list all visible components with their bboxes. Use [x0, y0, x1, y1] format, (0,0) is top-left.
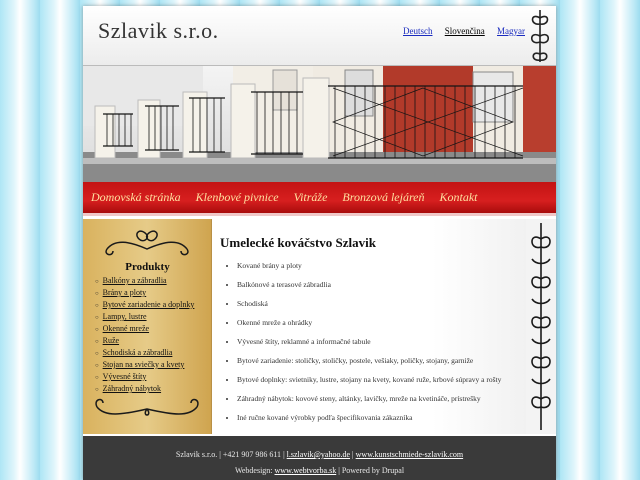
- scroll-ornament-top-icon: [105, 230, 189, 256]
- footer-separator: |: [219, 450, 221, 459]
- product-link-lamps[interactable]: Lampy, lustre: [103, 312, 147, 321]
- footer-separator: |: [283, 450, 285, 459]
- header: Szlavik s.r.o. Deutsch Slovenčina Magyar: [83, 6, 556, 66]
- sidebar-title: Produkty: [125, 261, 170, 273]
- product-link-window-grilles[interactable]: Okenné mreže: [103, 324, 149, 333]
- products-list: Balkóny a zábradlia Brány a ploty Bytové…: [95, 275, 195, 395]
- list-item: Okenné mreže a ohrádky: [237, 316, 512, 329]
- main-navigation: Domovská stránka Klenbové pivnice Vitráž…: [83, 182, 556, 216]
- footer-email-link[interactable]: l.szlavik@yahoo.de: [287, 450, 350, 459]
- list-item: Stojan na sviečky a kvety: [95, 359, 194, 371]
- list-item: Balkóny a zábradlia: [95, 275, 194, 287]
- nav-bronze-foundry-link[interactable]: Bronzová lejáreň: [342, 190, 424, 205]
- footer-powered-by: Powered by Drupal: [341, 466, 405, 475]
- product-link-gates[interactable]: Brány a ploty: [103, 288, 147, 297]
- wrought-iron-column-icon: [526, 219, 556, 434]
- list-item: Záhradný nábytok: kovové steny, altánky,…: [237, 392, 512, 405]
- list-item: Bytové doplnky: svietniky, lustre, stoja…: [237, 373, 512, 386]
- banner-balcony-image: [83, 66, 556, 182]
- footer-separator: |: [338, 466, 340, 475]
- page-container: Szlavik s.r.o. Deutsch Slovenčina Magyar: [83, 6, 556, 480]
- footer-credits-line: Webdesign: www.webtvorba.sk | Powered by…: [83, 466, 556, 475]
- list-item: Balkónové a terasové zábradlia: [237, 278, 512, 291]
- list-item: Okenné mreže: [95, 323, 194, 335]
- list-item: Lampy, lustre: [95, 311, 194, 323]
- services-list: Kované brány a ploty Balkónové a terasov…: [227, 259, 512, 430]
- list-item: Ruže: [95, 335, 194, 347]
- nav-cellars-link[interactable]: Klenbové pivnice: [196, 190, 279, 205]
- scroll-ornament-bottom-icon: [95, 398, 199, 416]
- product-link-candle-stands[interactable]: Stojan na sviečky a kvety: [103, 360, 185, 369]
- footer-phone: +421 907 986 611: [222, 450, 282, 459]
- footer: Szlavik s.r.o. | +421 907 986 611 | l.sz…: [83, 436, 556, 480]
- page-title: Umelecké kováčstvo Szlavik: [220, 235, 376, 250]
- footer-separator: |: [352, 450, 354, 459]
- product-link-garden-furniture[interactable]: Záhradný nábytok: [103, 384, 161, 393]
- wrought-iron-ornament-icon: [530, 10, 550, 62]
- main-content: Umelecké kováčstvo Szlavik Kované brány …: [213, 219, 526, 434]
- product-link-balconies[interactable]: Balkóny a zábradlia: [103, 276, 167, 285]
- list-item: Schodiská: [237, 297, 512, 310]
- list-item: Vývesné štíty: [95, 371, 194, 383]
- list-item: Bytové zariadenie: stoličky, stoličky, p…: [237, 354, 512, 367]
- footer-website-link[interactable]: www.kunstschmiede-szlavik.com: [356, 450, 463, 459]
- product-link-furnishing[interactable]: Bytové zariadenie a doplnky: [103, 300, 195, 309]
- list-item: Záhradný nábytok: [95, 383, 194, 395]
- product-link-stairs[interactable]: Schodiská a zábradlia: [103, 348, 173, 357]
- language-switcher: Deutsch Slovenčina Magyar: [403, 26, 535, 36]
- footer-company: Szlavik s.r.o.: [175, 450, 218, 459]
- list-item: Schodiská a zábradlia: [95, 347, 194, 359]
- product-link-signs[interactable]: Vývesné štíty: [103, 372, 147, 381]
- list-item: Kované brány a ploty: [237, 259, 512, 272]
- products-sidebar: Produkty Balkóny a zábradlia Brány a plo…: [83, 219, 212, 434]
- list-item: Brány a ploty: [95, 287, 194, 299]
- list-item: Bytové zariadenie a doplnky: [95, 299, 195, 311]
- nav-stained-glass-link[interactable]: Vitráže: [294, 190, 328, 205]
- lang-slovencina-link[interactable]: Slovenčina: [445, 26, 485, 36]
- footer-webdesign-label: Webdesign:: [234, 466, 273, 475]
- lang-deutsch-link[interactable]: Deutsch: [403, 26, 433, 36]
- product-link-roses[interactable]: Ruže: [103, 336, 119, 345]
- footer-webdesign-link[interactable]: www.webtvorba.sk: [275, 466, 337, 475]
- footer-contact-line: Szlavik s.r.o. | +421 907 986 611 | l.sz…: [83, 450, 556, 459]
- list-item: Vývesné štíty, reklamné a informačné tab…: [237, 335, 512, 348]
- site-logo[interactable]: Szlavik s.r.o.: [98, 18, 219, 44]
- list-item: Iné ručne kované výrobky podľa špecifiko…: [237, 411, 512, 424]
- nav-home-link[interactable]: Domovská stránka: [91, 190, 181, 205]
- nav-contact-link[interactable]: Kontakt: [440, 190, 478, 205]
- lang-magyar-link[interactable]: Magyar: [497, 26, 525, 36]
